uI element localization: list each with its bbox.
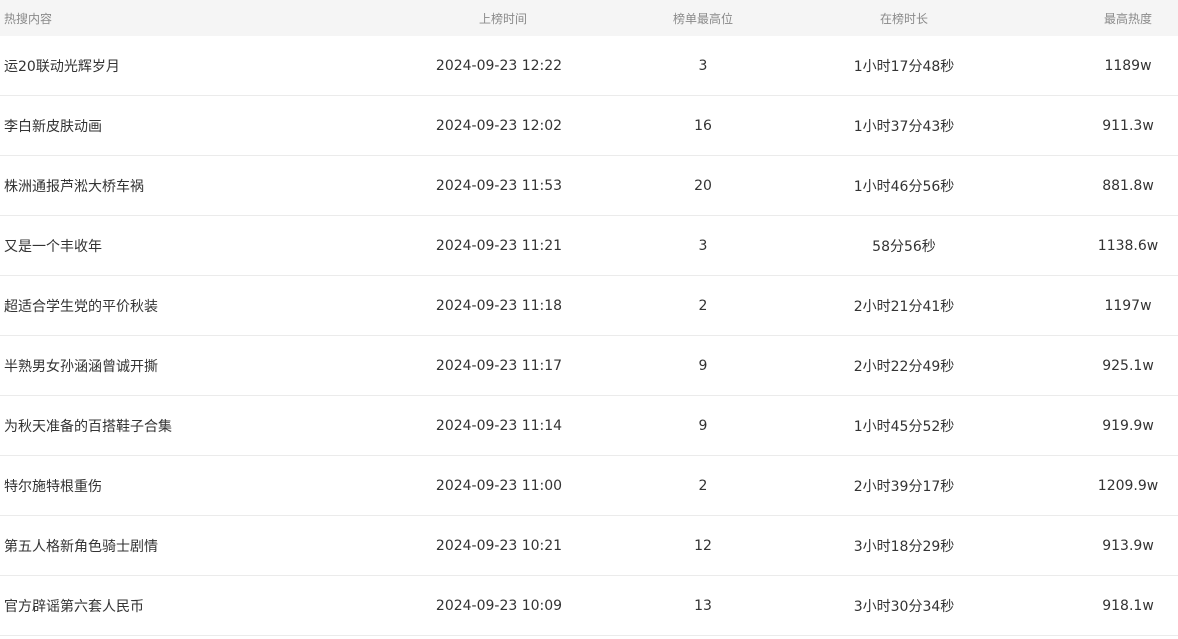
table-body: 运20联动光辉岁月 2024-09-23 12:22 3 1小时17分48秒 1…	[0, 36, 1178, 636]
heat-cell: 1138.6w	[1066, 215, 1178, 276]
table-row[interactable]: 半熟男女孙涵涵曾诚开撕 2024-09-23 11:17 9 2小时22分49秒…	[0, 335, 1178, 396]
table-row[interactable]: 官方辟谣第六套人民币 2024-09-23 10:09 13 3小时30分34秒…	[0, 575, 1178, 636]
header-row: 热搜内容 上榜时间 榜单最高位 在榜时长 最高热度	[0, 0, 1178, 36]
time-cell: 2024-09-23 11:18	[334, 275, 664, 336]
topic-cell[interactable]: 李白新皮肤动画	[0, 95, 334, 156]
rank-cell: 16	[664, 95, 742, 156]
heat-cell: 913.9w	[1066, 515, 1178, 576]
time-cell: 2024-09-23 12:22	[334, 36, 664, 96]
topic-link[interactable]: 超适合学生党的平价秋装	[4, 299, 158, 315]
topic-link[interactable]: 又是一个丰收年	[4, 239, 102, 255]
topic-cell[interactable]: 超适合学生党的平价秋装	[0, 275, 334, 336]
table-row[interactable]: 运20联动光辉岁月 2024-09-23 12:22 3 1小时17分48秒 1…	[0, 36, 1178, 96]
topic-cell[interactable]: 第五人格新角色骑士剧情	[0, 515, 334, 576]
duration-cell: 2小时21分41秒	[742, 275, 1066, 336]
table-row[interactable]: 特尔施特根重伤 2024-09-23 11:00 2 2小时39分17秒 120…	[0, 455, 1178, 516]
time-cell: 2024-09-23 11:14	[334, 395, 664, 456]
time-cell: 2024-09-23 10:09	[334, 575, 664, 636]
time-cell: 2024-09-23 11:21	[334, 215, 664, 276]
topic-link[interactable]: 运20联动光辉岁月	[4, 59, 120, 75]
topic-cell[interactable]: 株洲通报芦淞大桥车祸	[0, 155, 334, 216]
time-cell: 2024-09-23 11:00	[334, 455, 664, 516]
rank-cell: 9	[664, 335, 742, 396]
table-row[interactable]: 株洲通报芦淞大桥车祸 2024-09-23 11:53 20 1小时46分56秒…	[0, 155, 1178, 216]
table-row[interactable]: 超适合学生党的平价秋装 2024-09-23 11:18 2 2小时21分41秒…	[0, 275, 1178, 336]
topic-link[interactable]: 半熟男女孙涵涵曾诚开撕	[4, 359, 158, 375]
time-cell: 2024-09-23 10:21	[334, 515, 664, 576]
topic-link[interactable]: 李白新皮肤动画	[4, 119, 102, 135]
topic-cell[interactable]: 特尔施特根重伤	[0, 455, 334, 516]
table-row[interactable]: 李白新皮肤动画 2024-09-23 12:02 16 1小时37分43秒 91…	[0, 95, 1178, 156]
duration-cell: 2小时22分49秒	[742, 335, 1066, 396]
topic-link[interactable]: 第五人格新角色骑士剧情	[4, 539, 158, 555]
duration-cell: 58分56秒	[742, 215, 1066, 276]
topic-link[interactable]: 株洲通报芦淞大桥车祸	[4, 179, 144, 195]
heat-cell: 1189w	[1066, 36, 1178, 96]
table-header: 热搜内容 上榜时间 榜单最高位 在榜时长 最高热度	[0, 0, 1178, 36]
header-time: 上榜时间	[334, 0, 664, 36]
rank-cell: 9	[664, 395, 742, 456]
rank-cell: 2	[664, 455, 742, 516]
duration-cell: 3小时30分34秒	[742, 575, 1066, 636]
time-cell: 2024-09-23 12:02	[334, 95, 664, 156]
header-rank: 榜单最高位	[664, 0, 742, 36]
duration-cell: 1小时17分48秒	[742, 36, 1066, 96]
topic-cell[interactable]: 运20联动光辉岁月	[0, 36, 334, 96]
table-row[interactable]: 为秋天准备的百搭鞋子合集 2024-09-23 11:14 9 1小时45分52…	[0, 395, 1178, 456]
topic-link[interactable]: 官方辟谣第六套人民币	[4, 599, 144, 615]
time-cell: 2024-09-23 11:53	[334, 155, 664, 216]
hot-search-table: 热搜内容 上榜时间 榜单最高位 在榜时长 最高热度 运20联动光辉岁月 2024…	[0, 0, 1178, 636]
time-cell: 2024-09-23 11:17	[334, 335, 664, 396]
heat-cell: 1209.9w	[1066, 455, 1178, 516]
topic-cell[interactable]: 为秋天准备的百搭鞋子合集	[0, 395, 334, 456]
table-row[interactable]: 又是一个丰收年 2024-09-23 11:21 3 58分56秒 1138.6…	[0, 215, 1178, 276]
topic-cell[interactable]: 官方辟谣第六套人民币	[0, 575, 334, 636]
duration-cell: 1小时45分52秒	[742, 395, 1066, 456]
rank-cell: 3	[664, 215, 742, 276]
header-topic: 热搜内容	[0, 0, 334, 36]
duration-cell: 1小时46分56秒	[742, 155, 1066, 216]
header-duration: 在榜时长	[742, 0, 1066, 36]
heat-cell: 881.8w	[1066, 155, 1178, 216]
heat-cell: 911.3w	[1066, 95, 1178, 156]
rank-cell: 2	[664, 275, 742, 336]
heat-cell: 918.1w	[1066, 575, 1178, 636]
heat-cell: 919.9w	[1066, 395, 1178, 456]
topic-link[interactable]: 为秋天准备的百搭鞋子合集	[4, 419, 172, 435]
rank-cell: 12	[664, 515, 742, 576]
topic-cell[interactable]: 半熟男女孙涵涵曾诚开撕	[0, 335, 334, 396]
rank-cell: 13	[664, 575, 742, 636]
rank-cell: 3	[664, 36, 742, 96]
topic-cell[interactable]: 又是一个丰收年	[0, 215, 334, 276]
heat-cell: 925.1w	[1066, 335, 1178, 396]
table-row[interactable]: 第五人格新角色骑士剧情 2024-09-23 10:21 12 3小时18分29…	[0, 515, 1178, 576]
rank-cell: 20	[664, 155, 742, 216]
topic-link[interactable]: 特尔施特根重伤	[4, 479, 102, 495]
heat-cell: 1197w	[1066, 275, 1178, 336]
header-heat: 最高热度	[1066, 0, 1178, 36]
duration-cell: 1小时37分43秒	[742, 95, 1066, 156]
duration-cell: 3小时18分29秒	[742, 515, 1066, 576]
duration-cell: 2小时39分17秒	[742, 455, 1066, 516]
